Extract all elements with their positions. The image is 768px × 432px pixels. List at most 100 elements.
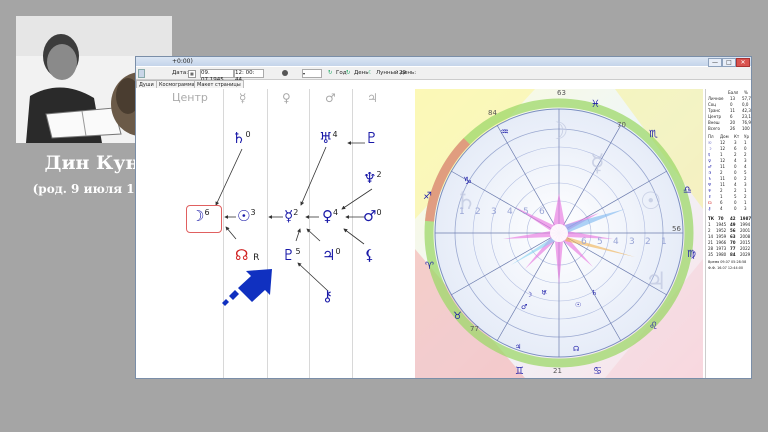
table-cell: 6 (730, 114, 733, 119)
table-cell: 0 (734, 170, 737, 175)
node-lilith[interactable]: ⚸ (364, 246, 375, 264)
table-cell: Центр (708, 114, 722, 119)
table-cell: 1 (720, 194, 723, 199)
table-header-cell: 42 (730, 216, 736, 221)
tick-label-upper-left: 84 (488, 109, 497, 117)
table-row: 35 1980 84 2029 (708, 252, 751, 257)
house-number: 3 (629, 237, 635, 247)
table-cell: 2029 (740, 252, 751, 257)
summary-table: Балл % Личное 13 57,7 Соц 0 0,0 Транс 11 42,3 … (705, 89, 752, 378)
record-icon[interactable] (282, 70, 288, 76)
node-saturn[interactable]: ♄0 (232, 129, 251, 147)
day-label[interactable]: День (354, 67, 369, 79)
table-row: ♃ 2 0 5 (708, 170, 751, 175)
node-venus[interactable]: ♀4 (322, 207, 338, 225)
node-jupiter[interactable]: ♃0 (322, 246, 341, 264)
table-cell: 23,1 (742, 114, 751, 119)
table-row: 2 1952 56 2001 (708, 228, 751, 233)
tab-page-layout[interactable]: Макет страницы (194, 80, 244, 88)
date-input[interactable]: 09. 07.1945 (200, 69, 234, 83)
table-cell: ♀ (708, 158, 711, 163)
table-cell: 2 (720, 188, 723, 193)
chiron-icon: ⚷ (322, 287, 333, 305)
pluto-icon: ♇ (282, 246, 296, 264)
node-sun[interactable]: ☉3 (237, 207, 256, 225)
table-row: 14 1959 63 2008 (708, 234, 751, 239)
table-cell: ⚷ (708, 206, 711, 211)
table-cell: 1966 (716, 240, 727, 245)
year-label[interactable]: Год (336, 67, 347, 79)
table-cell: 2015 (740, 240, 751, 245)
table-cell: 2 (744, 194, 747, 199)
table-cell: 4 (734, 182, 737, 187)
table-cell: 77 (730, 246, 736, 251)
node-north-node[interactable]: ☊ R (235, 246, 259, 264)
node-chiron[interactable]: ⚷ (322, 287, 333, 305)
house-number: 1 (661, 237, 667, 247)
node-uranus-count: 4 (332, 130, 338, 139)
table-cell: ♂ (708, 164, 712, 169)
table-cell: 2 (734, 188, 737, 193)
node-mercury[interactable]: ☿2 (284, 207, 298, 225)
table-cell: 6 (734, 146, 737, 151)
maximize-button[interactable]: □ (722, 58, 736, 67)
table-row: Всего 26 100 (708, 126, 751, 131)
tick-label-upper-right: 70 (617, 121, 626, 129)
table-cell: 3 (744, 182, 747, 187)
table-cell: 0 (734, 206, 737, 211)
house-number: 4 (507, 207, 513, 217)
table-cell: 2 (744, 176, 747, 181)
table-cell: ☽ (708, 146, 712, 151)
chart-labels: 63 84 77 70 21 56 1 2 3 4 5 6 6 5 4 3 2 … (415, 89, 703, 378)
table-cell: 2001 (740, 228, 751, 233)
table-cell: 20 (730, 120, 736, 125)
table-cell: 12 (720, 158, 726, 163)
house-number: 6 (539, 207, 545, 217)
house-number: 2 (645, 237, 651, 247)
table-cell: 6 (720, 200, 723, 205)
node-moon[interactable]: ☽6 (191, 207, 210, 225)
table-cell: 2 (720, 170, 723, 175)
node-neptune-count: 2 (376, 170, 382, 179)
lunar-day-value: 29 (399, 70, 406, 76)
table-cell: Личное (708, 96, 724, 101)
table-header-cell: ТК (708, 216, 714, 221)
table-cell: 2 (708, 228, 711, 233)
natal-chart-panel: ♒ ♑ ♐ ♈ ♉ ♊ ♋ ♌ ♍ ♎ ♏ ♓ ☽ ♂ ☉ ♄ ♃ ☊ ♅ ☽ ☉ (415, 89, 703, 378)
pluto-icon: ♇ (365, 129, 379, 147)
table-cell: 4 (720, 206, 723, 211)
node-pluto-top[interactable]: ♇ (365, 129, 378, 147)
time-input[interactable]: 12: 00: 44 (234, 69, 264, 83)
calendar-icon[interactable]: ▦ (188, 70, 196, 78)
table-cell: 1 (708, 222, 711, 227)
table-cell: 12 (720, 146, 726, 151)
table-cell: 13 (730, 96, 736, 101)
blue-arrow-icon (222, 269, 272, 306)
table-header-cell: 70 (718, 216, 724, 221)
close-button[interactable]: ✕ (736, 58, 750, 67)
table-cell: 1973 (716, 246, 727, 251)
table-header-cell: Дом (720, 134, 729, 139)
footer-ff: Ф.Ф. 16.07 12:44:00 (708, 266, 744, 270)
house-number: 5 (523, 207, 529, 217)
mars-icon: ♂ (363, 207, 377, 225)
table-cell: 5 (734, 194, 737, 199)
node-neptune[interactable]: ♆2 (363, 169, 382, 187)
table-cell: 0 (734, 176, 737, 181)
table-cell: 4 (744, 164, 747, 169)
table-cell: ☿ (708, 152, 711, 157)
tab-souls[interactable]: Души (136, 80, 157, 88)
table-row: ⚷ 4 0 3 (708, 206, 751, 211)
node-uranus[interactable]: ♅4 (319, 129, 338, 147)
table-cell: 1 (720, 152, 723, 157)
minimize-button[interactable]: — (708, 58, 722, 67)
tab-cosmogram[interactable]: Космограмма (156, 80, 198, 88)
mode-select[interactable]: ▾ (302, 69, 322, 78)
table-header-cell: 1987 (740, 216, 752, 221)
table-cell: ☊ (708, 200, 712, 205)
node-mars[interactable]: ♂0 (363, 207, 382, 225)
saturn-icon: ♄ (232, 129, 246, 147)
table-row: ♂ 11 0 4 (708, 164, 751, 169)
node-pluto[interactable]: ♇5 (282, 246, 301, 264)
planet-table-header: Пл Дом Кт Ур (708, 134, 751, 139)
